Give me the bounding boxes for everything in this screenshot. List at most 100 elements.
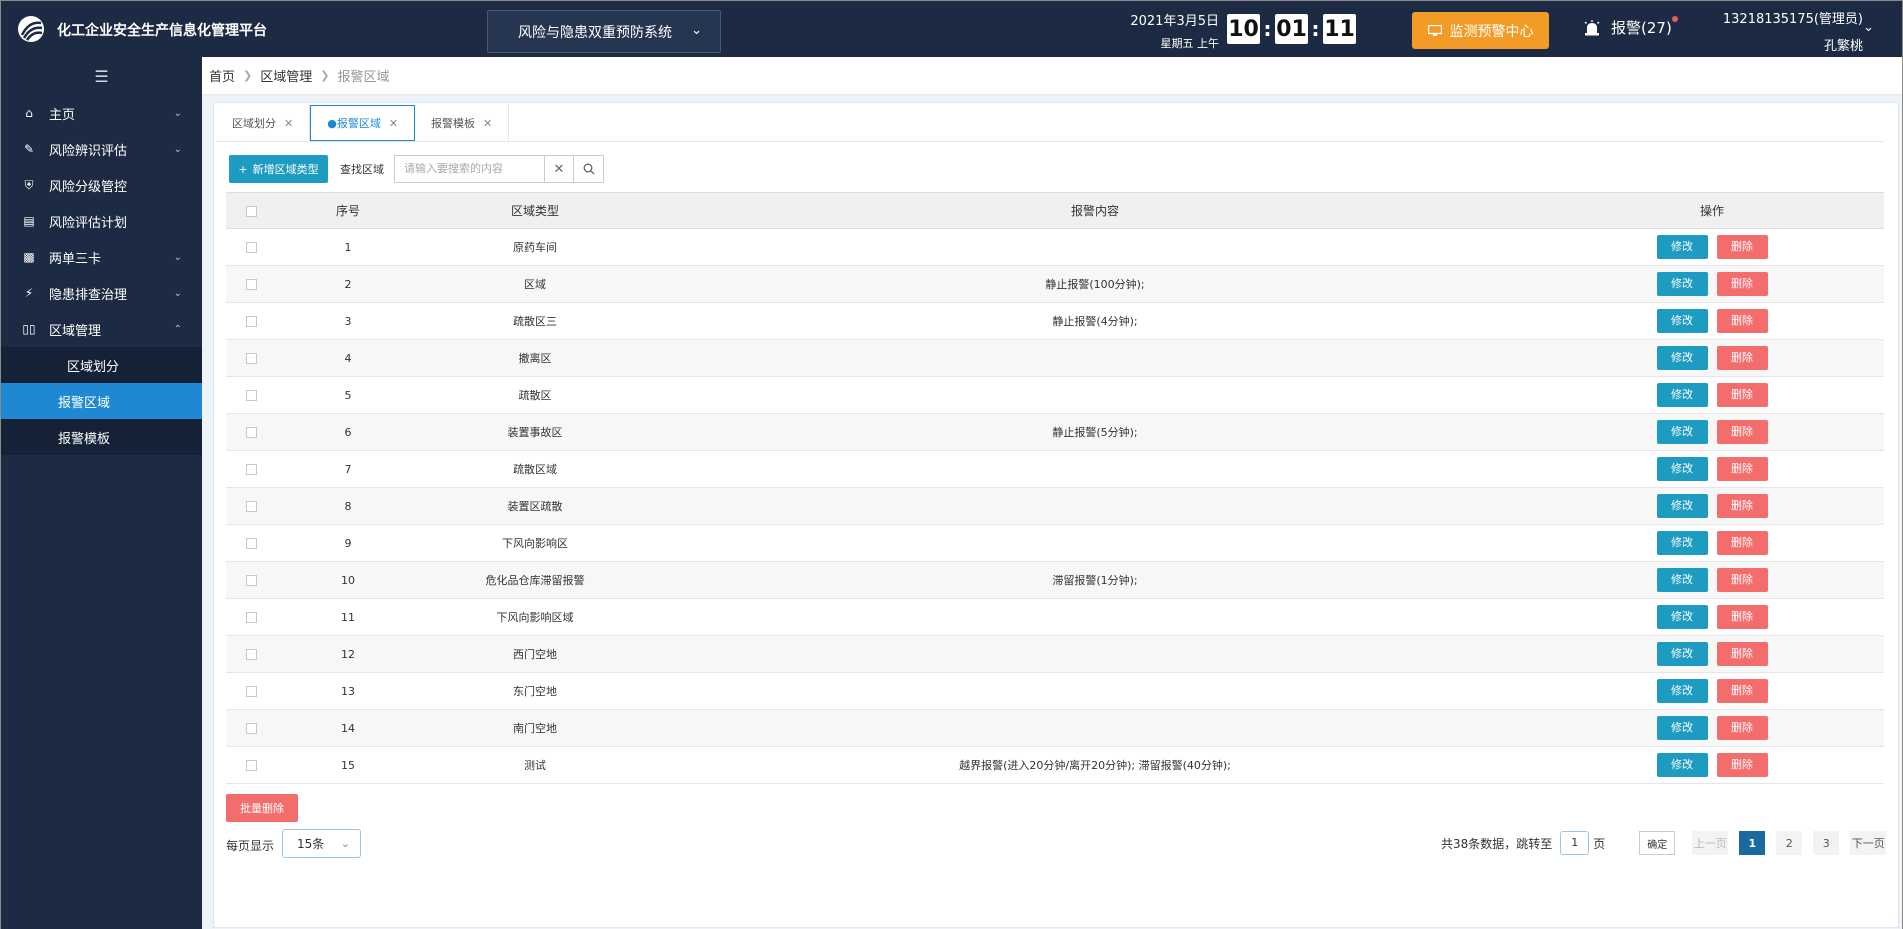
alarm-button[interactable]: 报警(27) <box>1583 16 1678 38</box>
add-area-type-button[interactable]: + 新增区域类型 <box>229 155 328 183</box>
tab-alarm-template[interactable]: 报警模板 ✕ <box>415 105 510 141</box>
pagination: 共38条数据，跳转至 1 页 确定 上一页 1 2 3 下一页 <box>1441 829 1887 857</box>
delete-button[interactable]: 删除 <box>1716 346 1768 370</box>
delete-button[interactable]: 删除 <box>1716 531 1768 555</box>
search-button[interactable] <box>574 155 604 183</box>
row-checkbox[interactable] <box>245 279 257 290</box>
page-button-3[interactable]: 3 <box>1813 831 1840 855</box>
chevron-down-icon: ⌄ <box>340 837 350 850</box>
row-select-cell <box>226 635 276 673</box>
row-checkbox[interactable] <box>245 390 257 401</box>
close-icon[interactable]: ✕ <box>389 117 398 130</box>
page-button-1[interactable]: 1 <box>1739 831 1766 855</box>
delete-button[interactable]: 删除 <box>1716 272 1768 296</box>
chevron-down-icon: ⌄ <box>691 23 702 38</box>
row-checkbox[interactable] <box>245 723 257 734</box>
edit-button[interactable]: 修改 <box>1656 716 1708 740</box>
sidebar-item-risk-control[interactable]: ⛨ 风险分级管控 <box>1 167 202 203</box>
sidebar-item-label: 风险评估计划 <box>49 215 128 231</box>
search-input[interactable] <box>394 155 544 183</box>
edit-button[interactable]: 修改 <box>1656 420 1708 444</box>
row-select-cell <box>226 450 276 488</box>
breadcrumb-home[interactable]: 首页 <box>209 66 235 85</box>
cell-area-type: 西门空地 <box>420 635 650 673</box>
next-page-button[interactable]: 下一页 <box>1850 831 1887 855</box>
sidebar-item-home[interactable]: ⌂ 主页 ⌄ <box>1 95 202 131</box>
clear-search-button[interactable]: ✕ <box>544 155 574 183</box>
page-jump-input[interactable]: 1 <box>1560 831 1590 855</box>
delete-button[interactable]: 删除 <box>1716 753 1768 777</box>
row-checkbox[interactable] <box>245 649 257 660</box>
delete-button[interactable]: 删除 <box>1716 420 1768 444</box>
batch-delete-button[interactable]: 批量删除 <box>226 794 298 822</box>
row-checkbox[interactable] <box>245 501 257 512</box>
row-checkbox[interactable] <box>245 353 257 364</box>
delete-button[interactable]: 删除 <box>1716 716 1768 740</box>
edit-button[interactable]: 修改 <box>1656 753 1708 777</box>
edit-button[interactable]: 修改 <box>1656 679 1708 703</box>
edit-button[interactable]: 修改 <box>1656 605 1708 629</box>
close-icon[interactable]: ✕ <box>284 117 293 130</box>
sidebar-subitem-alarm-template[interactable]: 报警模板 <box>1 419 202 455</box>
user-name: 孔繁桃 <box>1823 39 1863 54</box>
delete-button[interactable]: 删除 <box>1716 457 1768 481</box>
edit-button[interactable]: 修改 <box>1656 272 1708 296</box>
edit-button[interactable]: 修改 <box>1656 309 1708 333</box>
row-checkbox[interactable] <box>245 686 257 697</box>
cell-area-type: 疏散区三 <box>420 302 650 340</box>
row-checkbox[interactable] <box>245 242 257 253</box>
edit-button[interactable]: 修改 <box>1656 235 1708 259</box>
chevron-down-icon[interactable]: ⌄ <box>1863 20 1874 35</box>
user-menu[interactable]: 13218135175(管理员) 孔繁桃 <box>1719 8 1863 54</box>
row-checkbox[interactable] <box>245 538 257 549</box>
delete-button[interactable]: 删除 <box>1716 494 1768 518</box>
row-checkbox[interactable] <box>245 575 257 586</box>
edit-button[interactable]: 修改 <box>1656 457 1708 481</box>
breadcrumb-area-management[interactable]: 区域管理 <box>260 66 312 85</box>
select-all-checkbox[interactable] <box>245 205 257 217</box>
delete-button[interactable]: 删除 <box>1716 568 1768 592</box>
delete-button[interactable]: 删除 <box>1716 383 1768 407</box>
per-page-select[interactable]: 15条 ⌄ <box>282 829 361 858</box>
row-select-cell <box>226 339 276 377</box>
row-checkbox[interactable] <box>245 427 257 438</box>
sidebar-item-risk-plan[interactable]: ▤ 风险评估计划 <box>1 203 202 239</box>
system-select[interactable]: 风险与隐患双重预防系统 ⌄ <box>487 10 721 53</box>
tab-label: ●报警区域 <box>327 117 381 130</box>
sidebar-item-risk-identification[interactable]: ✎ 风险辨识评估 ⌄ <box>1 131 202 167</box>
delete-button[interactable]: 删除 <box>1716 605 1768 629</box>
sidebar-item-label: 主页 <box>49 107 76 123</box>
cell-no: 11 <box>276 598 420 636</box>
page-jump-confirm-button[interactable]: 确定 <box>1639 831 1676 855</box>
sidebar-subitem-area-division[interactable]: 区域划分 <box>1 347 202 383</box>
row-checkbox[interactable] <box>245 316 257 327</box>
delete-button[interactable]: 删除 <box>1716 642 1768 666</box>
row-checkbox[interactable] <box>245 464 257 475</box>
cell-actions: 修改 删除 <box>1540 672 1884 710</box>
page-button-2[interactable]: 2 <box>1776 831 1803 855</box>
sidebar-subitem-alarm-area[interactable]: 报警区域 <box>1 383 202 419</box>
delete-button[interactable]: 删除 <box>1716 309 1768 333</box>
tab-area-division[interactable]: 区域划分 ✕ <box>216 105 311 141</box>
row-checkbox[interactable] <box>245 612 257 623</box>
prev-page-button[interactable]: 上一页 <box>1692 831 1729 855</box>
edit-button[interactable]: 修改 <box>1656 383 1708 407</box>
sidebar-item-two-lists-three-cards[interactable]: ▩ 两单三卡 ⌄ <box>1 239 202 275</box>
sidebar-item-area-management[interactable]: ▯▯ 区域管理 ⌃ <box>1 311 202 347</box>
monitor-center-button[interactable]: 监测预警中心 <box>1412 12 1549 49</box>
edit-button[interactable]: 修改 <box>1656 531 1708 555</box>
sidebar-toggle[interactable]: ☰ <box>1 57 202 95</box>
delete-button[interactable]: 删除 <box>1716 235 1768 259</box>
edit-button[interactable]: 修改 <box>1656 642 1708 666</box>
cell-actions: 修改 删除 <box>1540 746 1884 784</box>
close-icon[interactable]: ✕ <box>483 117 492 130</box>
delete-button[interactable]: 删除 <box>1716 679 1768 703</box>
table-row: 8 装置区疏散 修改 删除 <box>226 487 1884 525</box>
clock-seconds: 11 <box>1323 14 1356 44</box>
tab-alarm-area[interactable]: ●报警区域 ✕ <box>310 105 416 141</box>
sidebar-item-hazard-check[interactable]: ⚡ 隐患排查治理 ⌄ <box>1 275 202 311</box>
edit-button[interactable]: 修改 <box>1656 494 1708 518</box>
row-checkbox[interactable] <box>245 760 257 771</box>
edit-button[interactable]: 修改 <box>1656 346 1708 370</box>
edit-button[interactable]: 修改 <box>1656 568 1708 592</box>
